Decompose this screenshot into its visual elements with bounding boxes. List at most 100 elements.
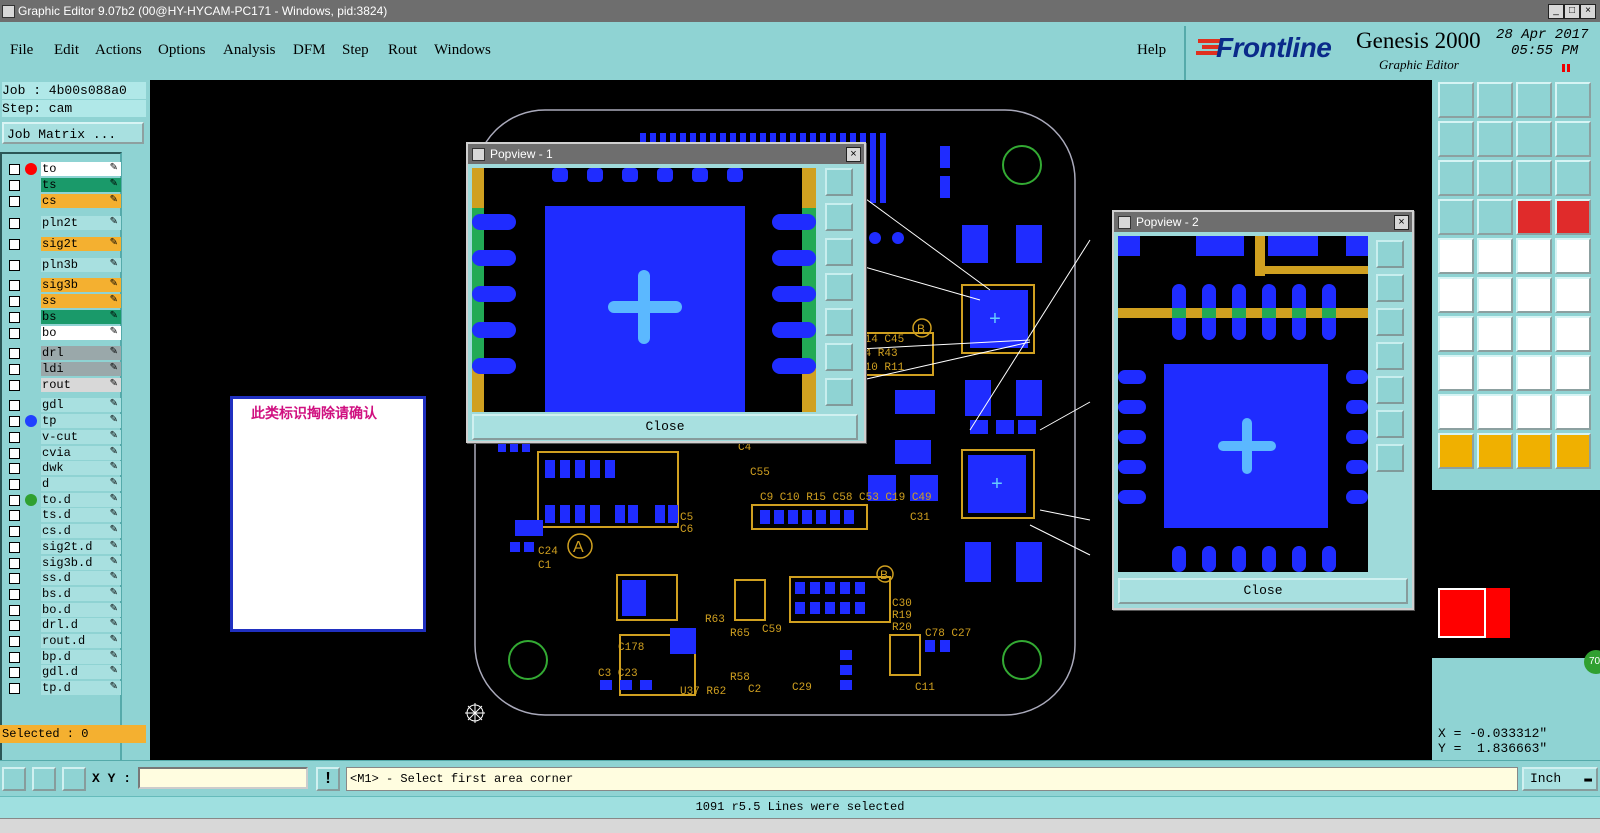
minus-icon[interactable] [1477, 355, 1513, 391]
layer-row-14[interactable]: tp ✎ [4, 414, 122, 428]
layer-edit-icon[interactable]: ✎ [110, 556, 118, 570]
arc-icon[interactable] [1516, 316, 1552, 352]
color-swatch[interactable] [1438, 588, 1486, 638]
layer-row-15[interactable]: v-cut ✎ [4, 430, 122, 444]
menu-file[interactable]: File [10, 42, 33, 59]
layer-row-0[interactable]: to ✎ [4, 162, 122, 176]
layer-checkbox[interactable] [9, 280, 20, 291]
layer-checkbox[interactable] [9, 196, 20, 207]
zoom-out-icon[interactable] [1376, 308, 1404, 336]
zoom-home-icon[interactable] [1376, 240, 1404, 268]
layer-row-29[interactable]: bp.d ✎ [4, 650, 122, 664]
right-icon[interactable] [1477, 121, 1513, 157]
close-window-button[interactable]: × [1580, 4, 1596, 19]
layer-edit-icon[interactable]: ✎ [110, 310, 118, 324]
layer-edit-icon[interactable]: ✎ [110, 508, 118, 522]
net-icon[interactable] [1516, 199, 1552, 235]
layer-row-28[interactable]: rout.d ✎ [4, 634, 122, 648]
layer-edit-icon[interactable]: ✎ [110, 571, 118, 585]
layer-checkbox[interactable] [9, 416, 20, 427]
layer-edit-icon[interactable]: ✎ [110, 681, 118, 695]
layer-checkbox[interactable] [9, 400, 20, 411]
layer-row-4[interactable]: sig2t ✎ [4, 237, 122, 251]
layer-edit-icon[interactable]: ✎ [110, 493, 118, 507]
layer-checkbox[interactable] [9, 448, 20, 459]
layer-row-1[interactable]: ts ✎ [4, 178, 122, 192]
angle-icon[interactable] [1438, 316, 1474, 352]
layer-checkbox[interactable] [9, 526, 20, 537]
layer-checkbox[interactable] [9, 260, 20, 271]
save-icon[interactable] [1477, 82, 1513, 118]
menu-actions[interactable]: Actions [95, 42, 142, 59]
left-icon[interactable] [1438, 121, 1474, 157]
layer-edit-icon[interactable]: ✎ [110, 446, 118, 460]
layer-checkbox[interactable] [9, 180, 20, 191]
layer-edit-icon[interactable]: ✎ [110, 258, 118, 272]
layer-edit-icon[interactable]: ✎ [110, 362, 118, 376]
layer-row-24[interactable]: ss.d ✎ [4, 571, 122, 585]
side-badge[interactable]: 70 [1584, 650, 1600, 674]
layer-edit-icon[interactable]: ✎ [110, 162, 118, 176]
popview-1-close-button[interactable]: Close [472, 414, 858, 440]
menu-options[interactable]: Options [158, 42, 206, 59]
layer-checkbox[interactable] [9, 432, 20, 443]
layer-edit-icon[interactable]: ✎ [110, 665, 118, 679]
line-icon[interactable] [1477, 238, 1513, 274]
menu-windows[interactable]: Windows [434, 42, 491, 59]
connect-icon[interactable] [1438, 277, 1474, 313]
center-icon[interactable] [1376, 444, 1404, 472]
layer-checkbox[interactable] [9, 605, 20, 616]
layer-edit-icon[interactable]: ✎ [110, 398, 118, 412]
layer-checkbox[interactable] [9, 364, 20, 375]
popview-1-canvas[interactable] [472, 168, 816, 412]
menu-help[interactable]: Help [1137, 42, 1166, 59]
layer-checkbox[interactable] [9, 589, 20, 600]
layer-edit-icon[interactable]: ✎ [110, 477, 118, 491]
layer-checkbox[interactable] [9, 620, 20, 631]
cursor2-icon[interactable] [1477, 433, 1513, 469]
layer-edit-icon[interactable]: ✎ [110, 540, 118, 554]
ratio-icon[interactable] [1516, 160, 1552, 196]
node-icon[interactable] [1516, 277, 1552, 313]
layer-row-26[interactable]: bo.d ✎ [4, 603, 122, 617]
layer-row-2[interactable]: cs ✎ [4, 194, 122, 208]
layer-row-22[interactable]: sig2t.d ✎ [4, 540, 122, 554]
layer-edit-icon[interactable]: ✎ [110, 178, 118, 192]
layer-checkbox[interactable] [9, 463, 20, 474]
maximize-button[interactable]: □ [1564, 4, 1580, 19]
ruler-icon[interactable] [1516, 238, 1552, 274]
zoom-out-icon[interactable] [825, 238, 853, 266]
menu-step[interactable]: Step [342, 42, 369, 59]
pad-icon[interactable] [1438, 355, 1474, 391]
menu-dfm[interactable]: DFM [293, 42, 326, 59]
layer-checkbox[interactable] [9, 348, 20, 359]
pan-right-icon[interactable] [1376, 376, 1404, 404]
layer-row-10[interactable]: drl ✎ [4, 346, 122, 360]
zoom-in-icon[interactable] [825, 203, 853, 231]
snap-icon[interactable] [2, 767, 26, 791]
dot-icon[interactable] [1555, 238, 1591, 274]
screen-icon[interactable] [1555, 82, 1591, 118]
layer-edit-icon[interactable]: ✎ [110, 430, 118, 444]
layer-checkbox[interactable] [9, 652, 20, 663]
menu-edit[interactable]: Edit [54, 42, 79, 59]
units-select[interactable]: Inch ▬ [1522, 767, 1598, 791]
layer-row-6[interactable]: sig3b ✎ [4, 278, 122, 292]
node2-icon[interactable] [1555, 277, 1591, 313]
cursor3-icon[interactable] [1516, 433, 1552, 469]
fit-icon[interactable] [1376, 410, 1404, 438]
layer-checkbox[interactable] [9, 479, 20, 490]
layer-row-23[interactable]: sig3b.d ✎ [4, 556, 122, 570]
layer-edit-icon[interactable]: ✎ [110, 378, 118, 392]
cross-icon[interactable] [1477, 277, 1513, 313]
fit-icon[interactable] [825, 343, 853, 371]
layer-checkbox[interactable] [9, 239, 20, 250]
popview-1-titlebar[interactable]: Popview - 1 × [468, 144, 864, 164]
net2-icon[interactable] [1555, 199, 1591, 235]
layer-edit-icon[interactable]: ✎ [110, 194, 118, 208]
alert-icon[interactable]: ! [316, 767, 340, 791]
cursor-icon[interactable] [1438, 433, 1474, 469]
layer-row-27[interactable]: drl.d ✎ [4, 618, 122, 632]
popview-2-window[interactable]: Popview - 2 × Close [1112, 210, 1414, 610]
popview-2-close-button[interactable]: Close [1118, 578, 1408, 604]
